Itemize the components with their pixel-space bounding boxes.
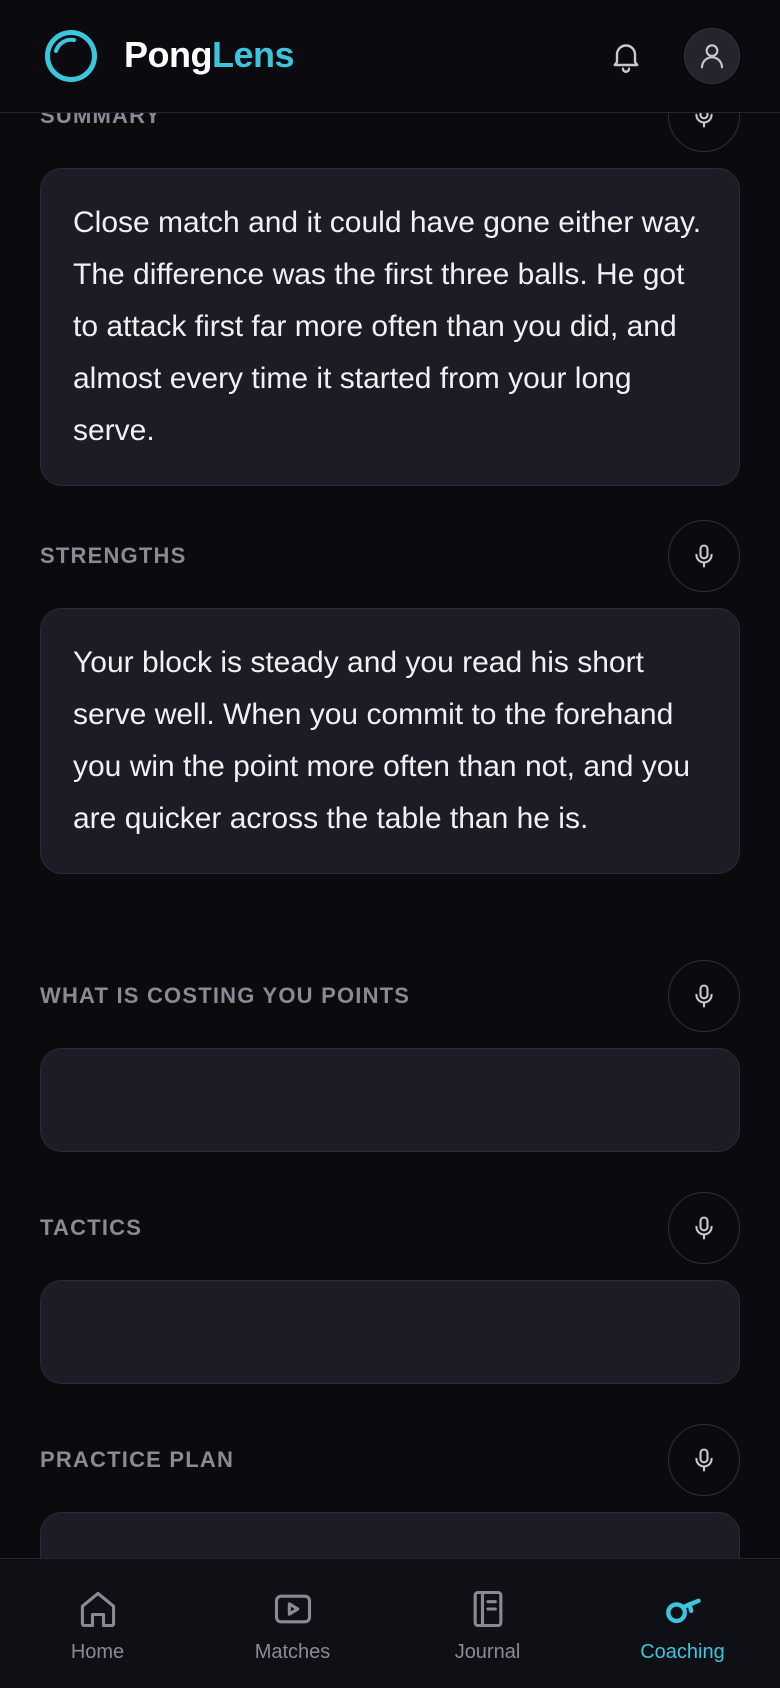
bottom-nav: Home Matches Journal Coaching — [0, 1558, 780, 1688]
summary-section: SUMMARY Close match and it could have go… — [40, 80, 740, 486]
notifications-button[interactable] — [598, 28, 654, 84]
strengths-header: STRENGTHS — [40, 520, 740, 592]
microphone-icon — [695, 1216, 713, 1240]
costing-points-card[interactable] — [40, 1048, 740, 1152]
strengths-mic-button[interactable] — [668, 520, 740, 592]
app-root: SUMMARY Close match and it could have go… — [0, 0, 780, 1688]
nav-label-matches: Matches — [254, 1641, 331, 1663]
journal-icon — [473, 1590, 502, 1628]
costing-points-header: WHAT IS COSTING YOU POINTS — [40, 960, 740, 1032]
tactics-mic-button[interactable] — [668, 1192, 740, 1264]
user-icon — [700, 44, 724, 69]
whistle-icon — [665, 1598, 701, 1624]
microphone-icon — [695, 544, 713, 568]
avatar[interactable] — [684, 28, 740, 84]
nav-item-coaching[interactable]: Coaching — [585, 1559, 780, 1688]
brand-part-lens: Lens — [211, 34, 295, 75]
section-title: STRENGTHS — [40, 543, 187, 568]
home-icon-wrap — [74, 1585, 122, 1633]
tactics-card[interactable] — [40, 1280, 740, 1384]
costing-points-mic-button[interactable] — [668, 960, 740, 1032]
nav-label-home: Home — [70, 1641, 125, 1663]
brand-part-pong: Pong — [124, 34, 212, 75]
bell-icon — [613, 44, 639, 73]
strengths-card[interactable]: Your block is steady and you read his sh… — [40, 608, 740, 874]
practice-plan-mic-button[interactable] — [668, 1424, 740, 1496]
section-title: WHAT IS COSTING YOU POINTS — [40, 983, 411, 1008]
section-title: PRACTICE PLAN — [40, 1447, 235, 1472]
whistle-icon-wrap — [659, 1585, 707, 1633]
tactics-header: TACTICS — [40, 1192, 740, 1264]
practice-plan-header: PRACTICE PLAN — [40, 1424, 740, 1496]
strengths-text: Your block is steady and you read his sh… — [73, 646, 691, 835]
nav-item-matches[interactable]: Matches — [195, 1559, 390, 1688]
home-icon — [80, 1591, 115, 1628]
microphone-icon — [695, 984, 713, 1008]
journal-icon-wrap — [464, 1585, 512, 1633]
nav-label-coaching: Coaching — [640, 1641, 725, 1663]
strengths-section: STRENGTHS Your block is steady and you r… — [40, 520, 740, 874]
nav-item-journal[interactable]: Journal — [390, 1559, 585, 1688]
play-icon — [274, 1594, 311, 1624]
tactics-section: TACTICS — [40, 1192, 740, 1384]
nav-item-home[interactable]: Home — [0, 1559, 195, 1688]
brand-logo-text: PongLens — [124, 34, 295, 76]
section-title: TACTICS — [40, 1215, 143, 1240]
nav-label-journal: Journal — [454, 1641, 521, 1663]
summary-text: Close match and it could have gone eithe… — [73, 206, 702, 447]
summary-card[interactable]: Close match and it could have gone eithe… — [40, 168, 740, 486]
costing-points-section: WHAT IS COSTING YOU POINTS — [40, 960, 740, 1152]
play-icon-wrap — [269, 1585, 317, 1633]
logo-ring-icon — [45, 30, 97, 82]
app-header: PongLens — [0, 0, 780, 113]
microphone-icon — [695, 1448, 713, 1472]
